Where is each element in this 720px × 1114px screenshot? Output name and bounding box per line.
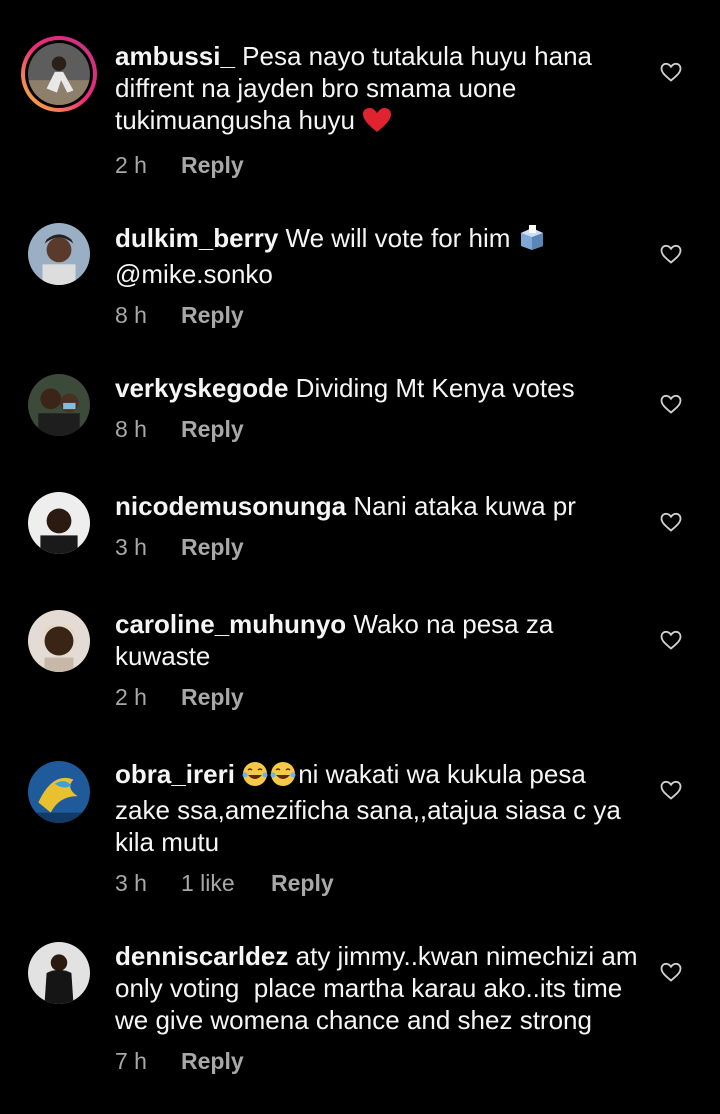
username[interactable]: verkyskegode	[115, 373, 288, 403]
comment-text: We will vote for him	[278, 223, 518, 253]
comment-meta: 7 h Reply	[115, 1047, 640, 1075]
avatar[interactable]	[28, 761, 90, 823]
heart-outline-icon[interactable]	[659, 960, 683, 984]
username[interactable]: ambussi_	[115, 41, 235, 71]
reply-button[interactable]: Reply	[181, 683, 244, 711]
comment-text: Nani ataka kuwa pr	[346, 491, 576, 521]
avatar-image	[28, 761, 90, 823]
avatar[interactable]	[28, 492, 90, 554]
red-heart-emoji	[362, 107, 392, 140]
laughing-tears-emoji	[242, 761, 298, 794]
heart-outline-icon[interactable]	[659, 60, 683, 84]
comment-time: 7 h	[115, 1048, 147, 1074]
avatar-image	[28, 223, 90, 285]
avatar-image	[28, 942, 90, 1004]
comment-time: 3 h	[115, 870, 147, 896]
comment-time: 2 h	[115, 152, 147, 178]
comment-time: 3 h	[115, 534, 147, 560]
heart-outline-icon[interactable]	[659, 242, 683, 266]
username[interactable]: dulkim_berry	[115, 223, 278, 253]
heart-outline-icon[interactable]	[659, 392, 683, 416]
comment-text: Dividing Mt Kenya votes	[288, 373, 575, 403]
avatar[interactable]	[28, 223, 90, 285]
avatar-image	[28, 610, 90, 672]
avatar-image	[28, 374, 90, 436]
avatar-image	[28, 43, 90, 105]
ballot-box-emoji	[518, 223, 546, 258]
comment-meta: 8 h Reply	[115, 415, 640, 443]
comment-time: 8 h	[115, 416, 147, 442]
heart-outline-icon[interactable]	[659, 510, 683, 534]
avatar[interactable]	[28, 610, 90, 672]
avatar[interactable]	[28, 374, 90, 436]
username[interactable]: denniscarldez	[115, 941, 288, 971]
username[interactable]: caroline_muhunyo	[115, 609, 346, 639]
comment-meta: 3 h 1 like Reply	[115, 869, 640, 897]
heart-outline-icon[interactable]	[659, 778, 683, 802]
likes-count[interactable]: 1 like	[181, 869, 271, 897]
comment-meta: 2 h Reply	[115, 683, 640, 711]
reply-button[interactable]: Reply	[181, 415, 244, 443]
comment-meta: 2 h Reply	[115, 151, 640, 179]
comment-time: 8 h	[115, 302, 147, 328]
avatar[interactable]	[28, 942, 90, 1004]
reply-button[interactable]: Reply	[181, 301, 244, 329]
avatar-image	[28, 492, 90, 554]
avatar[interactable]	[21, 36, 97, 112]
reply-button[interactable]: Reply	[181, 151, 244, 179]
comment-time: 2 h	[115, 684, 147, 710]
username[interactable]: nicodemusonunga	[115, 491, 346, 521]
username[interactable]: obra_ireri	[115, 759, 235, 789]
reply-button[interactable]: Reply	[181, 533, 244, 561]
comment-meta: 8 h Reply	[115, 301, 640, 329]
mention-link[interactable]: @mike.sonko	[115, 259, 273, 289]
heart-outline-icon[interactable]	[659, 628, 683, 652]
reply-button[interactable]: Reply	[271, 869, 334, 897]
reply-button[interactable]: Reply	[181, 1047, 244, 1075]
comment-meta: 3 h Reply	[115, 533, 640, 561]
